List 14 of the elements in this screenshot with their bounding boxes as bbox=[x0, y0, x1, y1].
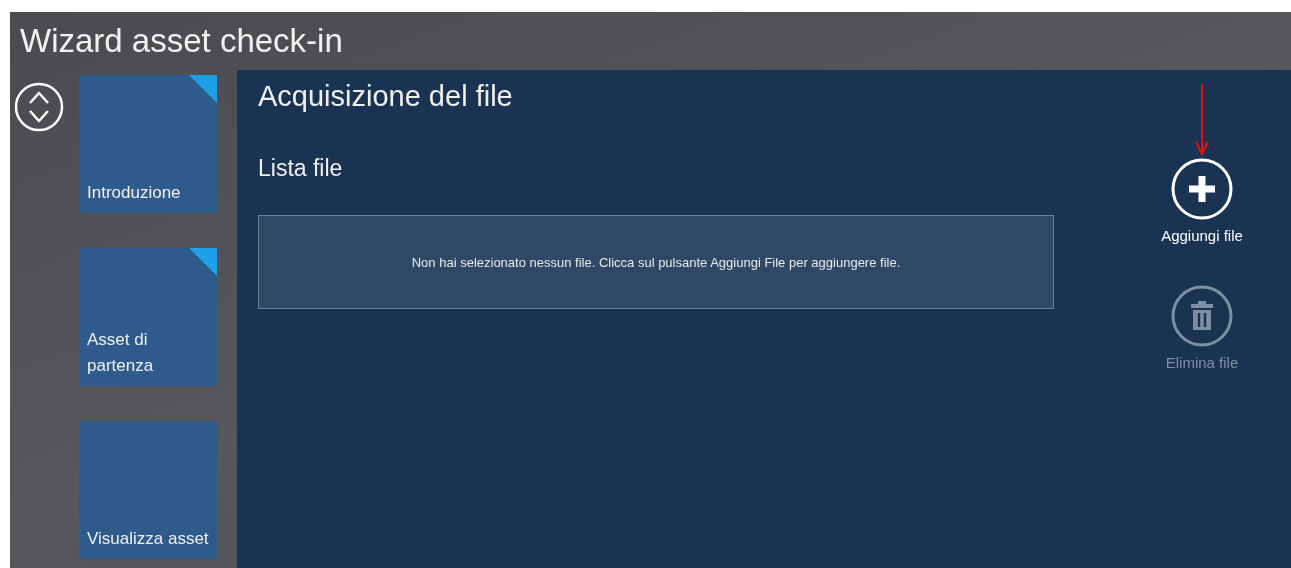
trash-icon bbox=[1170, 284, 1234, 348]
step-tile[interactable]: Introduzione bbox=[79, 75, 217, 213]
down-arrow bbox=[1195, 84, 1209, 156]
corner-marker-icon bbox=[189, 248, 217, 276]
section-title: Lista file bbox=[258, 155, 344, 182]
corner-marker-icon bbox=[189, 75, 217, 103]
scroll-up-down-icon[interactable] bbox=[13, 81, 65, 133]
step-tile[interactable]: Visualizza asset bbox=[79, 421, 217, 559]
step-tile[interactable]: Asset di partenza bbox=[79, 248, 217, 386]
add-icon bbox=[1170, 157, 1234, 221]
page-title: Acquisizione del file bbox=[258, 80, 514, 113]
add-file-button[interactable]: Aggiungi file bbox=[1161, 157, 1243, 244]
window-title: Wizard asset check-in bbox=[20, 22, 343, 60]
empty-message: Non hai selezionato nessun file. Clicca sul pulsante Aggiungi File per aggiungere file. bbox=[411, 254, 901, 270]
